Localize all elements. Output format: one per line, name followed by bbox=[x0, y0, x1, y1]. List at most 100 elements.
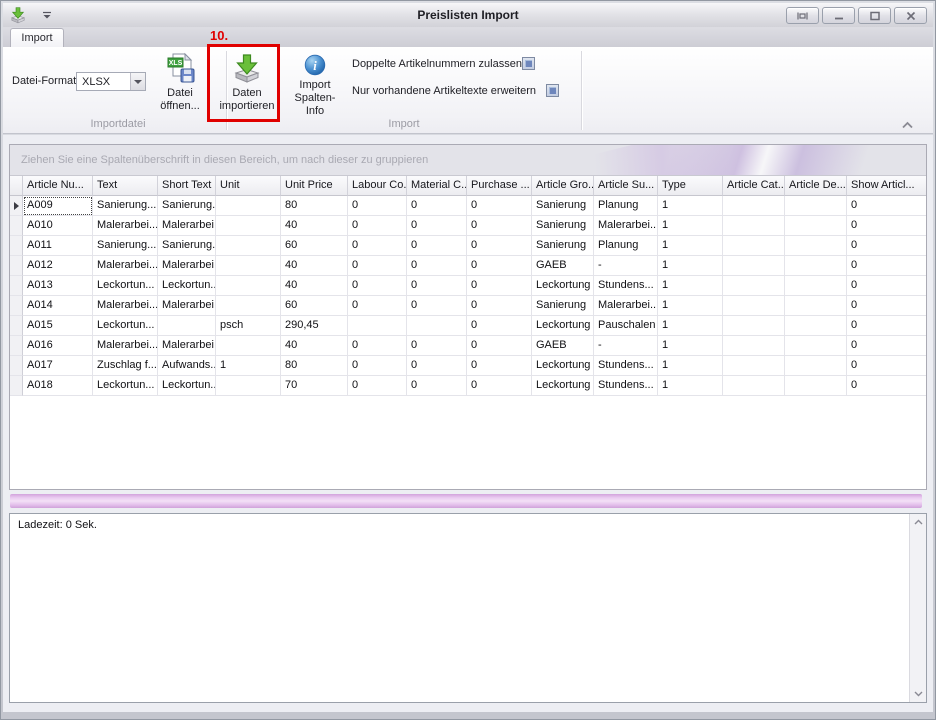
table-cell[interactable] bbox=[785, 316, 847, 336]
column-header[interactable]: Article Nu... bbox=[23, 176, 93, 196]
table-cell[interactable]: 1 bbox=[658, 296, 723, 316]
table-cell[interactable]: 60 bbox=[281, 296, 348, 316]
table-cell[interactable]: 1 bbox=[658, 256, 723, 276]
table-cell[interactable]: Leckortung bbox=[532, 276, 594, 296]
table-cell[interactable]: 0 bbox=[348, 256, 407, 276]
table-cell[interactable]: 0 bbox=[467, 336, 532, 356]
table-cell[interactable]: 0 bbox=[348, 356, 407, 376]
table-cell[interactable]: Stundens... bbox=[594, 376, 658, 396]
table-cell[interactable]: Malerarbei... bbox=[158, 296, 216, 316]
row-indicator[interactable] bbox=[10, 376, 23, 396]
table-cell[interactable]: 1 bbox=[658, 356, 723, 376]
table-cell[interactable]: A013 bbox=[23, 276, 93, 296]
file-format-select[interactable]: XLSX bbox=[76, 72, 146, 91]
table-cell[interactable]: Malerarbei... bbox=[594, 296, 658, 316]
table-cell[interactable]: Malerarbei... bbox=[158, 336, 216, 356]
column-header[interactable]: Article Gro... bbox=[532, 176, 594, 196]
table-cell[interactable] bbox=[785, 356, 847, 376]
table-cell[interactable]: 0 bbox=[467, 316, 532, 336]
table-cell[interactable]: Sanierung bbox=[532, 236, 594, 256]
table-cell[interactable]: 0 bbox=[467, 256, 532, 276]
table-cell[interactable] bbox=[216, 256, 281, 276]
table-cell[interactable] bbox=[785, 276, 847, 296]
table-cell[interactable] bbox=[723, 256, 785, 276]
table-cell[interactable]: psch bbox=[216, 316, 281, 336]
table-cell[interactable] bbox=[785, 216, 847, 236]
table-cell[interactable]: 0 bbox=[467, 356, 532, 376]
row-indicator[interactable] bbox=[10, 336, 23, 356]
table-cell[interactable]: Sanierung... bbox=[158, 196, 216, 216]
table-cell[interactable] bbox=[723, 216, 785, 236]
table-cell[interactable]: 0 bbox=[348, 276, 407, 296]
table-cell[interactable]: 40 bbox=[281, 276, 348, 296]
table-cell[interactable]: 0 bbox=[847, 196, 927, 216]
table-cell[interactable]: Stundens... bbox=[594, 276, 658, 296]
table-cell[interactable] bbox=[723, 296, 785, 316]
table-cell[interactable]: A017 bbox=[23, 356, 93, 376]
table-cell[interactable] bbox=[785, 376, 847, 396]
table-cell[interactable]: 0 bbox=[348, 216, 407, 236]
table-cell[interactable] bbox=[723, 356, 785, 376]
table-cell[interactable]: A010 bbox=[23, 216, 93, 236]
table-cell[interactable]: 0 bbox=[467, 296, 532, 316]
table-cell[interactable]: - bbox=[594, 256, 658, 276]
popup-window-button[interactable] bbox=[786, 7, 819, 24]
table-cell[interactable]: 0 bbox=[348, 376, 407, 396]
table-cell[interactable]: 0 bbox=[847, 296, 927, 316]
table-cell[interactable]: 0 bbox=[847, 376, 927, 396]
table-cell[interactable]: Aufwands... bbox=[158, 356, 216, 376]
table-cell[interactable]: Sanierung... bbox=[93, 236, 158, 256]
column-header[interactable]: Labour Co... bbox=[348, 176, 407, 196]
table-cell[interactable]: 1 bbox=[658, 376, 723, 396]
table-cell[interactable]: 1 bbox=[658, 236, 723, 256]
table-cell[interactable]: Planung bbox=[594, 196, 658, 216]
splitter-bar[interactable] bbox=[10, 494, 922, 508]
table-cell[interactable]: 0 bbox=[407, 216, 467, 236]
column-header[interactable]: Unit Price bbox=[281, 176, 348, 196]
table-cell[interactable] bbox=[348, 316, 407, 336]
column-header[interactable]: Article De... bbox=[785, 176, 847, 196]
table-cell[interactable]: 0 bbox=[847, 316, 927, 336]
extend-existing-texts-checkbox[interactable] bbox=[546, 84, 559, 97]
column-header[interactable]: Show Articl... bbox=[847, 176, 927, 196]
table-cell[interactable]: 0 bbox=[467, 196, 532, 216]
table-cell[interactable] bbox=[723, 316, 785, 336]
table-cell[interactable]: 0 bbox=[407, 356, 467, 376]
table-cell[interactable]: A016 bbox=[23, 336, 93, 356]
table-cell[interactable]: 1 bbox=[658, 316, 723, 336]
title-bar[interactable]: Preislisten Import bbox=[3, 3, 933, 27]
table-cell[interactable]: Sanierung bbox=[532, 296, 594, 316]
table-cell[interactable]: Leckortun... bbox=[158, 276, 216, 296]
table-cell[interactable]: 70 bbox=[281, 376, 348, 396]
log-panel[interactable]: Ladezeit: 0 Sek. bbox=[9, 513, 927, 703]
row-indicator[interactable] bbox=[10, 296, 23, 316]
table-cell[interactable]: 0 bbox=[348, 236, 407, 256]
table-cell[interactable]: 0 bbox=[847, 356, 927, 376]
table-cell[interactable] bbox=[723, 336, 785, 356]
table-cell[interactable]: 0 bbox=[847, 236, 927, 256]
table-cell[interactable]: Leckortun... bbox=[93, 276, 158, 296]
table-cell[interactable] bbox=[785, 336, 847, 356]
row-indicator[interactable] bbox=[10, 316, 23, 336]
row-indicator[interactable] bbox=[10, 216, 23, 236]
column-header[interactable]: Material C... bbox=[407, 176, 467, 196]
table-cell[interactable]: 0 bbox=[407, 196, 467, 216]
table-cell[interactable]: A015 bbox=[23, 316, 93, 336]
table-cell[interactable]: GAEB bbox=[532, 336, 594, 356]
table-cell[interactable]: 0 bbox=[847, 256, 927, 276]
import-data-button[interactable]: Daten importieren bbox=[214, 52, 280, 118]
minimize-button[interactable] bbox=[822, 7, 855, 24]
table-cell[interactable]: Sanierung... bbox=[158, 236, 216, 256]
column-header[interactable]: Article Su... bbox=[594, 176, 658, 196]
table-cell[interactable]: Leckortung bbox=[532, 356, 594, 376]
table-cell[interactable] bbox=[723, 196, 785, 216]
tab-import[interactable]: Import bbox=[10, 28, 64, 47]
table-cell[interactable] bbox=[216, 216, 281, 236]
table-cell[interactable]: 0 bbox=[348, 296, 407, 316]
table-cell[interactable]: Leckortun... bbox=[93, 316, 158, 336]
table-cell[interactable]: Pauschalen bbox=[594, 316, 658, 336]
table-cell[interactable]: 80 bbox=[281, 356, 348, 376]
table-cell[interactable]: 1 bbox=[658, 276, 723, 296]
table-cell[interactable]: Malerarbei... bbox=[93, 256, 158, 276]
quick-access-dropdown-icon[interactable] bbox=[41, 10, 53, 20]
